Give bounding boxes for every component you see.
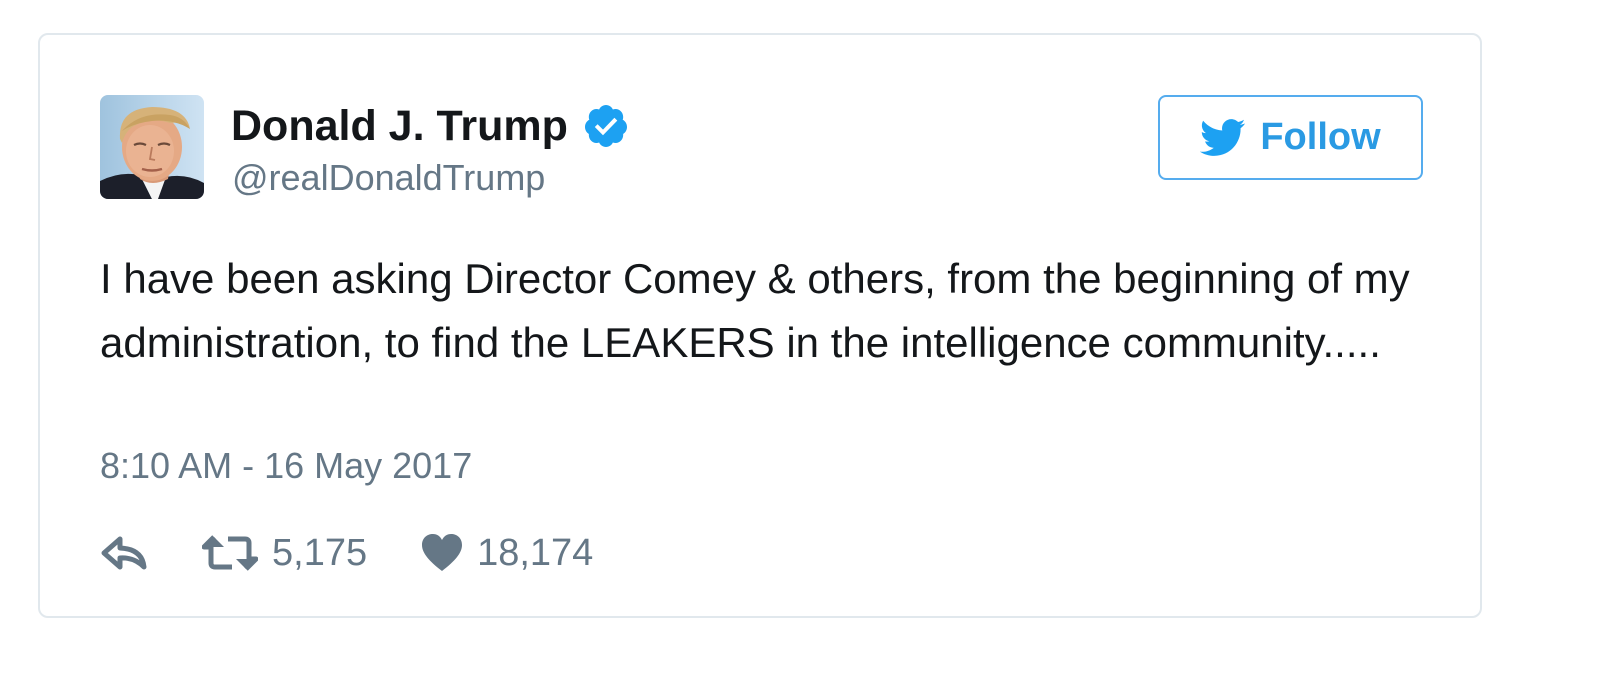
verified-badge-icon (582, 102, 630, 150)
reply-button[interactable] (100, 533, 148, 573)
follow-button-label: Follow (1260, 116, 1381, 158)
tweet-card: Donald J. Trump @realDonaldTrump Follow … (38, 33, 1482, 618)
reply-icon (101, 536, 147, 570)
avatar[interactable] (100, 95, 204, 199)
retweet-count: 5,175 (272, 531, 368, 574)
twitter-bird-icon (1200, 118, 1246, 158)
user-handle[interactable]: @realDonaldTrump (232, 157, 545, 199)
like-count: 18,174 (477, 531, 594, 574)
tweet-text: I have been asking Director Comey & othe… (100, 255, 1410, 366)
name-row: Donald J. Trump (231, 99, 630, 153)
profile-photo-icon (100, 95, 204, 199)
heart-icon (422, 534, 463, 571)
tweet-timestamp[interactable]: 8:10 AM - 16 May 2017 (100, 445, 472, 487)
retweet-button[interactable]: 5,175 (202, 532, 367, 575)
follow-button[interactable]: Follow (1158, 95, 1423, 180)
like-button[interactable]: 18,174 (421, 532, 593, 575)
display-name[interactable]: Donald J. Trump (231, 102, 568, 151)
retweet-icon (202, 535, 258, 571)
tweet-actions: 5,175 18,174 (100, 527, 647, 579)
